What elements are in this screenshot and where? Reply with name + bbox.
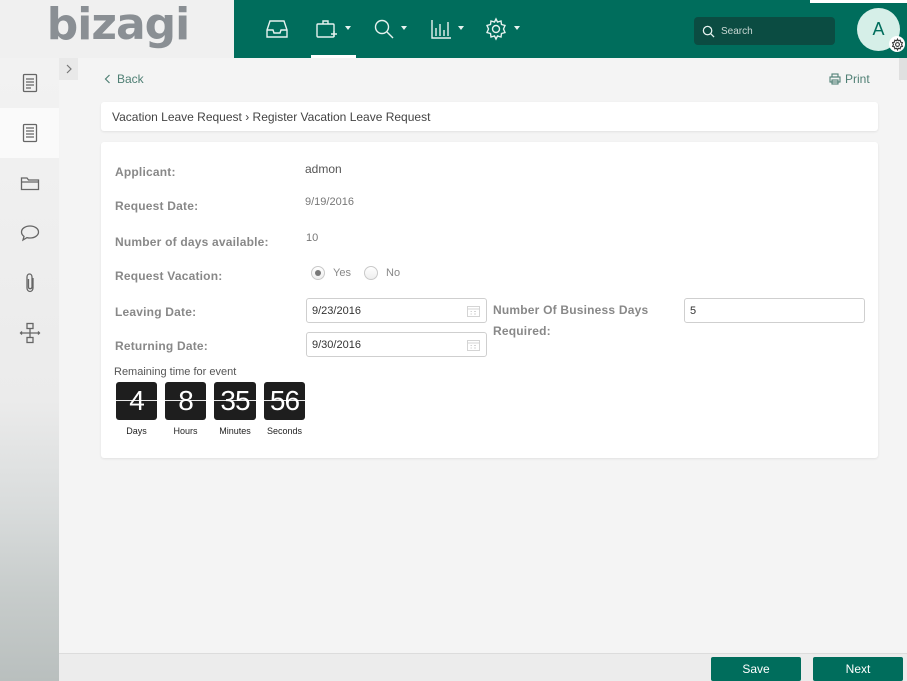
business-days-label-line2: Required: (493, 324, 551, 338)
brand-area: bizagi (0, 0, 234, 58)
business-days-value: 5 (690, 304, 697, 317)
back-label: Back (117, 72, 144, 86)
avatar-initial: A (872, 19, 885, 39)
printer-icon (829, 73, 841, 85)
nav-active-indicator (311, 55, 356, 58)
breadcrumb: Vacation Leave Request › Register Vacati… (101, 102, 878, 131)
timer-days: 4 (116, 382, 157, 420)
business-days-field[interactable]: 5 (684, 298, 865, 323)
nav-search[interactable] (372, 0, 396, 58)
chevron-down-icon[interactable] (345, 26, 351, 30)
nav-inbox[interactable] (262, 0, 292, 58)
days-available-value: 10 (306, 232, 319, 244)
nav-admin[interactable] (483, 0, 509, 58)
business-days-label: Number Of Business Days (493, 303, 649, 317)
sidebar-item-workflow[interactable] (0, 308, 59, 358)
timer-seconds: 56 (264, 382, 305, 420)
gear-icon (891, 37, 903, 51)
search-icon (702, 25, 715, 38)
timer-seconds-value: 56 (269, 385, 300, 416)
leaving-date-value: 9/23/2016 (312, 304, 361, 317)
chevron-down-icon[interactable] (458, 26, 464, 30)
chevron-right-icon (66, 64, 72, 74)
chevron-down-icon[interactable] (514, 26, 520, 30)
calendar-icon[interactable] (467, 305, 480, 317)
sidebar-item-summary[interactable] (0, 58, 59, 108)
inbox-icon (266, 20, 288, 38)
calendar-icon[interactable] (467, 339, 480, 351)
radio-no[interactable] (364, 266, 378, 280)
top-highlight-strip (810, 0, 907, 3)
days-available-label: Number of days available: (115, 235, 269, 249)
gear-icon (486, 17, 506, 41)
search-box[interactable] (694, 17, 835, 45)
nav-analytics[interactable] (428, 0, 454, 58)
folder-icon (20, 177, 39, 191)
nav-new-case[interactable] (314, 0, 340, 58)
save-button[interactable]: Save (711, 657, 801, 681)
returning-date-field[interactable]: 9/30/2016 (306, 332, 487, 357)
sidebar-toggle-button[interactable] (59, 58, 78, 80)
request-date-value: 9/19/2016 (305, 196, 354, 208)
request-vacation-label: Request Vacation: (115, 269, 223, 283)
timer-minutes-label: Minutes (219, 426, 251, 436)
paperclip-icon (25, 273, 34, 293)
next-button[interactable]: Next (813, 657, 903, 681)
leaving-date-label: Leaving Date: (115, 305, 197, 319)
leaving-date-field[interactable]: 9/23/2016 (306, 298, 487, 323)
chevron-left-icon (104, 74, 110, 84)
comment-icon (20, 225, 39, 242)
returning-date-value: 9/30/2016 (312, 338, 361, 351)
print-link[interactable]: Print (829, 72, 870, 86)
search-input[interactable] (721, 25, 831, 37)
timer-caption: Remaining time for event (114, 366, 237, 378)
radio-yes-label[interactable]: Yes (333, 267, 351, 279)
returning-date-label: Returning Date: (115, 339, 208, 353)
sidebar-item-attachments[interactable] (0, 258, 59, 308)
print-label: Print (845, 72, 870, 86)
timer-days-value: 4 (129, 385, 145, 416)
radio-yes[interactable] (311, 266, 325, 280)
workflow-icon (19, 322, 40, 344)
timer-hours-label: Hours (173, 426, 198, 436)
user-settings-button[interactable] (889, 36, 905, 52)
scrollbar-thumb[interactable] (899, 58, 907, 80)
new-case-icon (316, 20, 337, 38)
bizagi-logo[interactable]: bizagi (47, 3, 190, 47)
chart-icon (431, 20, 451, 39)
sidebar-item-forms[interactable] (0, 108, 59, 158)
sidebar-item-folders[interactable] (0, 158, 59, 208)
document-list-icon (22, 73, 37, 93)
applicant-label: Applicant: (115, 165, 176, 179)
chevron-down-icon[interactable] (401, 26, 407, 30)
radio-no-label[interactable]: No (386, 267, 400, 279)
left-sidebar (0, 58, 59, 681)
breadcrumb-text: Vacation Leave Request › Register Vacati… (112, 109, 431, 124)
timer-seconds-label: Seconds (266, 426, 303, 436)
applicant-value: admon (305, 162, 342, 176)
timer-minutes: 35 (214, 382, 256, 420)
request-date-label: Request Date: (115, 199, 199, 213)
timer-hours-value: 8 (178, 385, 194, 416)
form-icon (22, 123, 37, 143)
timer-minutes-value: 35 (220, 385, 250, 416)
timer-hours: 8 (165, 382, 206, 420)
timer-days-label: Days (126, 426, 147, 436)
search-icon (374, 19, 394, 39)
back-link[interactable]: Back (104, 72, 144, 86)
sidebar-item-comments[interactable] (0, 208, 59, 258)
